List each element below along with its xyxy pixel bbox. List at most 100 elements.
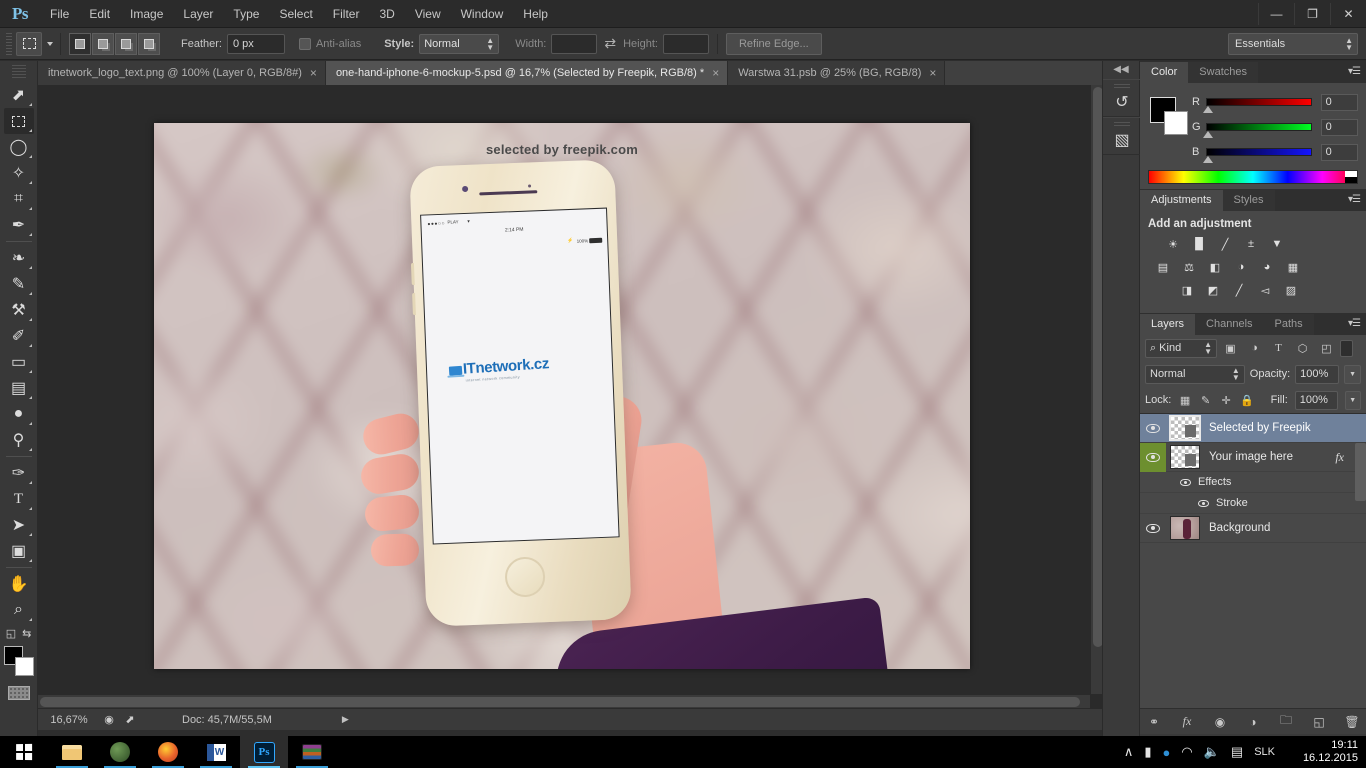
pen-tool[interactable]: ✑ xyxy=(4,460,34,486)
hue-saturation-icon[interactable]: ▤ xyxy=(1154,259,1172,275)
invert-icon[interactable]: ◨ xyxy=(1178,282,1196,298)
scrollbar-thumb[interactable] xyxy=(40,697,1080,707)
share-icon[interactable]: ⬈ xyxy=(121,713,139,727)
dodge-tool[interactable]: ⚲ xyxy=(4,427,34,453)
horizontal-type-tool[interactable]: T xyxy=(4,486,34,512)
green-slider[interactable] xyxy=(1206,123,1312,131)
volume-icon[interactable]: 🔈 xyxy=(1204,744,1220,760)
active-tool-icon[interactable] xyxy=(16,32,42,56)
layer-visibility-toggle[interactable] xyxy=(1140,443,1166,472)
blue-value-input[interactable]: 0 xyxy=(1321,144,1358,161)
zoom-level[interactable]: 16,67% xyxy=(38,714,100,726)
winrar-taskbar-icon[interactable] xyxy=(288,736,336,768)
dropbox-icon[interactable]: ● xyxy=(1163,745,1171,760)
color-spectrum-ramp[interactable] xyxy=(1148,170,1358,184)
layer-visibility-toggle[interactable] xyxy=(1140,414,1166,443)
new-selection-button[interactable] xyxy=(69,33,91,55)
close-button[interactable]: ✕ xyxy=(1330,3,1366,25)
canvas-area[interactable]: selected by freepik.com xyxy=(38,85,1104,708)
path-selection-tool[interactable]: ➤ xyxy=(4,512,34,538)
posterize-icon[interactable]: ◩ xyxy=(1204,282,1222,298)
tab-channels[interactable]: Channels xyxy=(1195,314,1263,335)
menu-select[interactable]: Select xyxy=(269,0,322,28)
new-fill-adjustment-layer-icon[interactable]: ◑ xyxy=(1245,714,1261,730)
blue-slider[interactable] xyxy=(1206,148,1312,156)
selective-color-icon[interactable]: ▨ xyxy=(1282,282,1300,298)
clone-stamp-tool[interactable]: ⚒ xyxy=(4,297,34,323)
spot-healing-brush-tool[interactable]: ❧ xyxy=(4,245,34,271)
green-value-input[interactable]: 0 xyxy=(1321,119,1358,136)
adjustments-panel-menu-icon[interactable]: ▾☰ xyxy=(1348,194,1360,205)
layer-effects-fx-icon[interactable]: fx xyxy=(1335,450,1344,465)
photo-filter-icon[interactable]: ◑ xyxy=(1232,259,1250,275)
layer-effect-stroke-row[interactable]: Stroke xyxy=(1140,493,1366,514)
status-menu-arrow-icon[interactable]: ▶ xyxy=(342,714,349,725)
opacity-chevron-down-icon[interactable]: ▼ xyxy=(1344,365,1361,384)
menu-edit[interactable]: Edit xyxy=(79,0,120,28)
tab-close-icon[interactable]: × xyxy=(712,68,719,78)
menu-file[interactable]: File xyxy=(40,0,79,28)
eyedropper-tool[interactable]: ✒ xyxy=(4,212,34,238)
properties-panel-icon[interactable]: ▧ xyxy=(1103,117,1141,155)
effects-visibility-icon[interactable] xyxy=(1180,479,1191,486)
opacity-input[interactable]: 100% xyxy=(1295,365,1339,384)
vibrance-icon[interactable]: ▼ xyxy=(1268,236,1286,252)
lock-position-icon[interactable]: ✛ xyxy=(1219,394,1233,407)
layer-visibility-toggle[interactable] xyxy=(1140,514,1166,543)
subtract-from-selection-button[interactable] xyxy=(115,33,137,55)
brightness-contrast-icon[interactable]: ☀ xyxy=(1164,236,1182,252)
swap-colors-icon[interactable]: ⇆ xyxy=(22,627,31,640)
fill-input[interactable]: 100% xyxy=(1295,391,1338,410)
layer-thumbnail[interactable] xyxy=(1170,516,1200,540)
menu-help[interactable]: Help xyxy=(513,0,558,28)
document-tab-3[interactable]: Warstwa 31.psb @ 25% (BG, RGB/8) × xyxy=(728,61,945,85)
brush-tool[interactable]: ✎ xyxy=(4,271,34,297)
media-player-taskbar-icon[interactable] xyxy=(96,736,144,768)
layer-list-scrollbar[interactable] xyxy=(1355,443,1366,501)
document-canvas[interactable]: selected by freepik.com xyxy=(154,123,970,669)
lock-all-icon[interactable]: 🔒 xyxy=(1240,394,1254,407)
word-taskbar-icon[interactable]: W xyxy=(192,736,240,768)
color-swatches[interactable] xyxy=(4,646,34,676)
hand-tool[interactable]: ✋ xyxy=(4,571,34,597)
options-bar-grip[interactable] xyxy=(4,33,12,55)
background-color-swatch[interactable] xyxy=(1164,111,1188,135)
layer-row-your-image-here[interactable]: Your image here fx xyxy=(1140,443,1366,472)
photoshop-taskbar-icon[interactable]: Ps xyxy=(240,736,288,768)
filter-shape-layers-icon[interactable]: ⬡ xyxy=(1292,339,1313,358)
filter-adjustment-layers-icon[interactable]: ◑ xyxy=(1244,339,1265,358)
swap-width-height-icon[interactable]: ⇄ xyxy=(604,35,616,52)
add-to-selection-button[interactable] xyxy=(92,33,114,55)
levels-icon[interactable]: █ xyxy=(1190,236,1208,252)
menu-filter[interactable]: Filter xyxy=(323,0,370,28)
layer-filter-kind-select[interactable]: ⌕ Kind ▲▼ xyxy=(1145,339,1217,358)
blur-tool[interactable]: ● xyxy=(4,401,34,427)
history-panel-icon[interactable]: ↺ xyxy=(1103,79,1141,117)
green-slider-thumb[interactable] xyxy=(1203,131,1213,138)
tab-close-icon[interactable]: × xyxy=(310,68,317,78)
black-white-icon[interactable]: ◧ xyxy=(1206,259,1224,275)
layer-thumbnail[interactable] xyxy=(1170,445,1200,469)
intersect-selection-button[interactable] xyxy=(138,33,160,55)
battery-icon[interactable]: ▮ xyxy=(1144,744,1151,760)
workspace-switcher[interactable]: Essentials ▲▼ xyxy=(1228,33,1358,55)
menu-window[interactable]: Window xyxy=(451,0,514,28)
tool-preset-chevron-down-icon[interactable] xyxy=(47,42,53,46)
restore-button[interactable]: ❐ xyxy=(1294,3,1330,25)
filter-pixel-layers-icon[interactable]: ▣ xyxy=(1220,339,1241,358)
default-colors-icon[interactable]: ◱ xyxy=(6,627,16,640)
blue-slider-thumb[interactable] xyxy=(1203,156,1213,163)
start-button[interactable] xyxy=(0,736,48,768)
menu-layer[interactable]: Layer xyxy=(173,0,223,28)
menu-3d[interactable]: 3D xyxy=(369,0,404,28)
anti-alias-checkbox[interactable] xyxy=(299,38,311,50)
exposure-icon[interactable]: ± xyxy=(1242,236,1260,252)
taskbar-clock[interactable]: 19:11 16.12.2015 xyxy=(1286,739,1358,765)
background-color-swatch[interactable] xyxy=(15,657,34,676)
red-slider-thumb[interactable] xyxy=(1203,106,1213,113)
menu-view[interactable]: View xyxy=(405,0,451,28)
tab-adjustments[interactable]: Adjustments xyxy=(1140,190,1223,211)
color-panel-swatches[interactable] xyxy=(1150,97,1188,135)
eraser-tool[interactable]: ▭ xyxy=(4,349,34,375)
style-select[interactable]: Normal ▲▼ xyxy=(419,34,499,54)
